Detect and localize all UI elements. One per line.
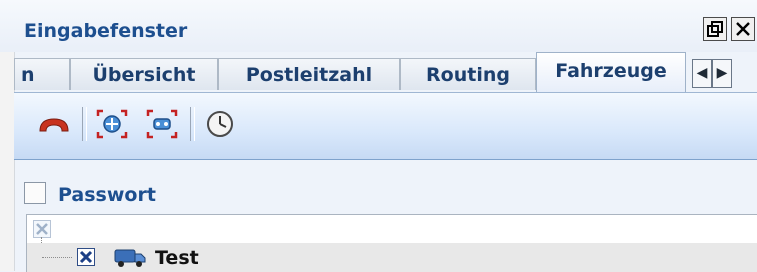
restore-window-button[interactable] (703, 17, 727, 41)
clock-button[interactable] (202, 107, 238, 141)
tab-routing[interactable]: Routing (400, 58, 536, 90)
locate-all-vehicles-button[interactable] (144, 107, 180, 141)
tab-partial[interactable]: n (14, 58, 70, 90)
checkmark-x-icon (36, 223, 48, 235)
hang-up-icon (39, 118, 69, 132)
clock-icon (207, 111, 233, 137)
tab-uebersicht[interactable]: Übersicht (70, 58, 218, 90)
root-checkbox[interactable] (33, 220, 51, 238)
window-title: Eingabefenster (24, 20, 188, 42)
password-label: Passwort (58, 184, 156, 206)
password-checkbox[interactable] (24, 182, 46, 204)
restore-icon (707, 21, 723, 37)
hang-up-button[interactable] (36, 107, 72, 141)
toolbar-separator (82, 107, 87, 141)
locate-vehicle-button[interactable] (94, 107, 130, 141)
vehicle-tree: Test (26, 214, 757, 272)
tab-scroll-right-button[interactable]: ▶ (712, 59, 732, 88)
toolbar-separator (190, 107, 195, 141)
tree-connector-line (42, 257, 72, 258)
window-titlebar: Eingabefenster (0, 0, 757, 52)
truck-icon (113, 246, 147, 268)
locate-all-vehicles-icon (146, 109, 178, 139)
tab-bar: n Übersicht Postleitzahl Routing Fahrzeu… (14, 52, 757, 92)
item-checkbox[interactable] (77, 248, 95, 266)
tab-fahrzeuge[interactable]: Fahrzeuge (536, 52, 686, 92)
checkmark-x-icon (79, 250, 93, 264)
close-window-button[interactable] (731, 17, 755, 41)
tree-item-label: Test (155, 247, 199, 269)
toolbar (14, 92, 757, 160)
tree-item-test[interactable]: Test (27, 243, 757, 272)
tab-postleitzahl[interactable]: Postleitzahl (218, 58, 400, 90)
close-icon (736, 22, 750, 36)
tree-root-row[interactable] (27, 215, 757, 241)
locate-vehicle-icon (96, 109, 128, 139)
password-row: Passwort (14, 174, 757, 214)
tab-scroll-left-button[interactable]: ◀ (692, 59, 712, 88)
